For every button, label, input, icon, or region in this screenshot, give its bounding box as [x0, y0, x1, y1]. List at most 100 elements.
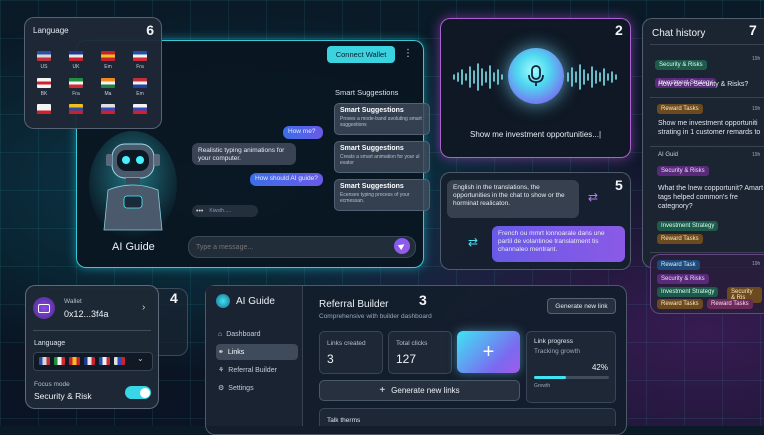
microphone-icon — [528, 65, 544, 86]
panel-number: 3 — [419, 292, 427, 308]
smart-suggestion-card[interactable]: Smart Suggestions Creats a smart animati… — [334, 141, 430, 173]
suggestions-heading: Smart Suggestions — [335, 88, 399, 97]
link-icon: ⚭ — [218, 349, 224, 356]
language-flag-option[interactable] — [101, 51, 115, 61]
language-flag-label: Em — [136, 91, 144, 97]
language-flag-label: Fra — [136, 64, 144, 70]
language-panel-title: Language — [33, 26, 69, 35]
chevron-down-icon: ⌄ — [137, 354, 144, 363]
suggestion-title: Smart Suggestions — [340, 145, 404, 152]
panel-number: 7 — [749, 22, 757, 38]
typing-label: Kiwsth..... — [209, 208, 232, 214]
tag-chip: Security & Risks — [657, 166, 709, 176]
language-flag-label: US — [40, 64, 48, 70]
divider — [33, 330, 151, 331]
nav-label: Dashboard — [226, 330, 261, 338]
language-flag-option[interactable] — [37, 104, 51, 114]
typing-dots: ••• — [196, 207, 204, 215]
bot-message-bubble: Realistic typing animations for your com… — [192, 143, 296, 165]
smart-suggestion-card[interactable]: Smart Suggestions Proves a mode-band avo… — [334, 103, 430, 135]
progress-sublabel: Tracking growth — [534, 348, 580, 355]
nav-item-links[interactable]: ⚭ Links — [216, 344, 298, 360]
brand-name: AI Guide — [236, 296, 275, 307]
language-flag-label: BK — [40, 91, 48, 97]
nav-item-referral-builder[interactable]: ⚘ Referral Builder — [216, 362, 298, 378]
gear-icon: ⚙ — [218, 385, 225, 392]
chevron-right-icon[interactable]: › — [142, 302, 145, 313]
swap-arrows-icon[interactable]: ⇄ — [588, 190, 598, 204]
language-flag-label: Em — [104, 64, 112, 70]
language-flag-option[interactable] — [133, 104, 147, 114]
suggestion-description: Ecenses typing process of your ecmessan. — [340, 192, 410, 204]
history-time: 19h — [752, 152, 761, 158]
stat-label: Links created — [327, 340, 366, 347]
links-created-card: Links created 3 — [319, 331, 383, 374]
translated-text-bubble: French ou mmrt lonnoarale dans une parti… — [492, 226, 625, 262]
focus-mode-toggle[interactable] — [125, 386, 151, 399]
language-flag-option[interactable] — [69, 104, 83, 114]
suggestion-title: Smart Suggestions — [340, 183, 404, 190]
message-input[interactable] — [194, 240, 388, 254]
tag-chip: Reward Tasks — [657, 104, 703, 114]
progress-percent: 42% — [591, 363, 608, 372]
nav-item-dashboard[interactable]: ⌂ Dashboard — [216, 326, 298, 342]
divider — [650, 97, 764, 98]
growth-label: Growth — [534, 383, 551, 389]
language-flag-option[interactable] — [101, 104, 115, 114]
wallet-icon — [38, 303, 50, 313]
wallet-address: 0x12...3f4a — [64, 309, 109, 319]
typing-indicator: ••• Kiwsth..... — [192, 205, 258, 217]
history-time: 19h — [752, 261, 761, 267]
link-progress-card: Link progress Tracking growth 42% Growth — [526, 331, 616, 403]
nav-label: Links — [227, 348, 245, 356]
page-title: Referral Builder — [319, 299, 389, 310]
generate-new-link-button[interactable]: Generate new link — [547, 298, 616, 314]
user-message-bubble: How should AI guide? — [250, 173, 323, 186]
progress-label: Link progress — [534, 338, 574, 345]
waveform-right — [566, 60, 620, 94]
language-flag-option[interactable] — [37, 78, 51, 88]
generate-new-links-button[interactable]: + Generate new links — [319, 380, 520, 401]
suggestion-description: Creats a smart animation for your ul eva… — [340, 154, 420, 166]
divider — [650, 44, 764, 45]
talk-terms-card: Talk therms — [319, 408, 616, 426]
language-flag-label: Ma — [104, 91, 112, 97]
home-icon: ⌂ — [218, 330, 223, 338]
language-flag-option[interactable] — [69, 51, 83, 61]
suggestion-title: Smart Suggestions — [340, 107, 404, 114]
language-flag-option[interactable] — [101, 78, 115, 88]
selected-flag — [69, 357, 80, 365]
more-options-icon[interactable]: ⋮ — [403, 48, 413, 59]
language-flag-option[interactable] — [69, 78, 83, 88]
wallet-label: Wallet — [64, 298, 82, 305]
language-flag-option[interactable] — [133, 78, 147, 88]
language-label: Language — [34, 340, 66, 347]
focus-mode-value: Security & Risk — [34, 391, 92, 401]
history-time: 19h — [752, 106, 761, 112]
language-flag-option[interactable] — [133, 51, 147, 61]
robot-illustration — [88, 130, 178, 240]
tag-chip: Security & Risks — [657, 274, 709, 284]
nav-item-settings[interactable]: ⚙ Settings — [216, 380, 298, 396]
panel-number: 2 — [615, 22, 623, 38]
divider — [650, 146, 764, 147]
send-icon — [397, 241, 407, 251]
send-button[interactable] — [394, 238, 410, 254]
swap-arrows-icon[interactable]: ⇄ — [468, 235, 478, 249]
button-label: Generate new links — [391, 386, 460, 395]
selected-flag — [84, 357, 95, 365]
toggle-knob — [139, 387, 150, 398]
language-flag-option[interactable] — [37, 51, 51, 61]
chat-history-title: Chat history — [652, 28, 706, 39]
plus-icon: + — [482, 341, 495, 363]
total-clicks-card: Total clicks 127 — [388, 331, 452, 374]
suggestion-description: Proves a mode-band avoluting smart sugge… — [340, 116, 422, 128]
smart-suggestion-card[interactable]: Smart Suggestions Ecenses typing process… — [334, 179, 430, 211]
referral-icon: ⚘ — [218, 367, 225, 374]
panel-number: 6 — [146, 22, 154, 38]
waveform-left — [452, 60, 506, 94]
microphone-button[interactable] — [508, 48, 564, 104]
history-entry-label: AI Guid — [658, 152, 679, 158]
connect-wallet-button[interactable]: Connect Wallet — [327, 46, 395, 63]
add-link-button[interactable]: + — [457, 331, 520, 373]
